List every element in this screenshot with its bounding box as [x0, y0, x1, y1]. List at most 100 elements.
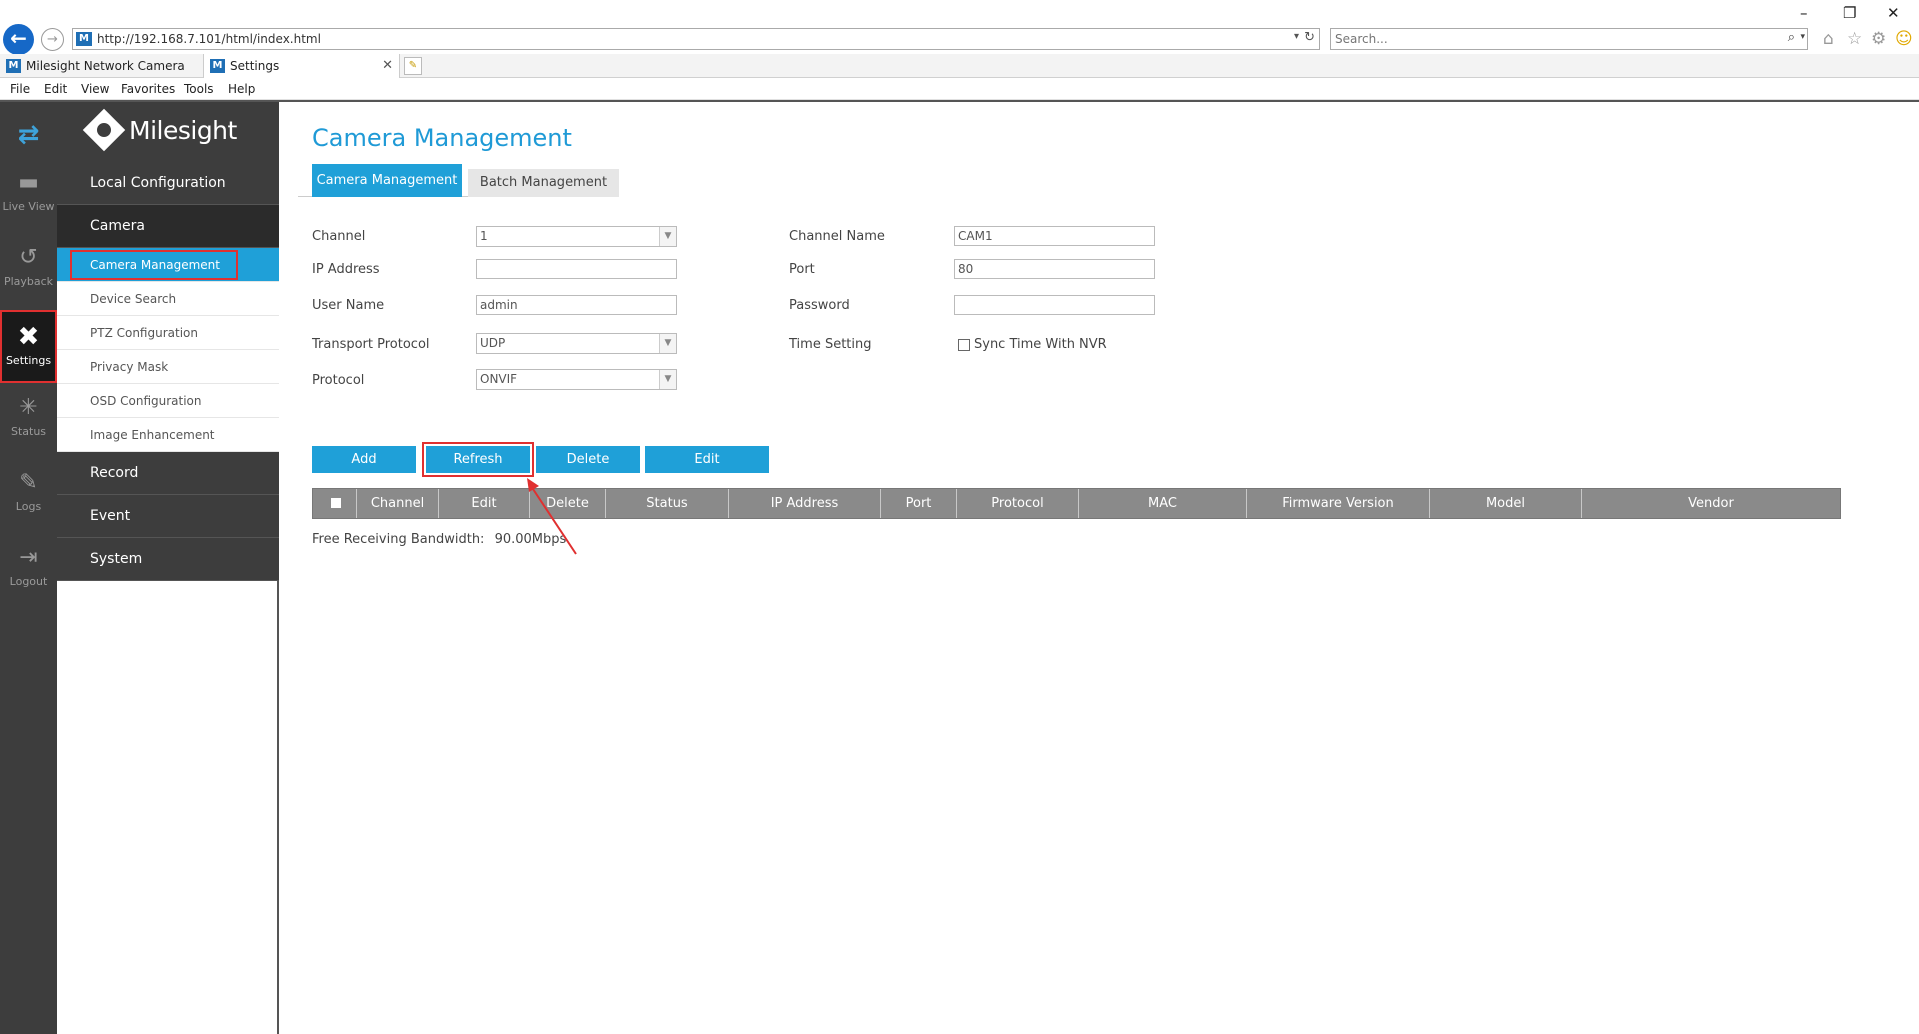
- col-mac[interactable]: MAC: [1079, 489, 1247, 518]
- menu-help[interactable]: Help: [228, 82, 255, 96]
- close-window-icon[interactable]: ✕: [1887, 4, 1900, 22]
- playback-icon: ↺: [19, 245, 38, 270]
- swap-arrows-icon[interactable]: ⇄: [0, 120, 57, 150]
- iconbar-label: Settings: [5, 354, 52, 367]
- iconbar-label: Logs: [15, 500, 42, 513]
- nav-camera-management[interactable]: Camera Management: [57, 248, 279, 282]
- restore-icon[interactable]: ❐: [1843, 4, 1856, 22]
- milesight-logo-icon: [82, 108, 126, 152]
- home-icon[interactable]: ⌂: [1823, 29, 1834, 49]
- edit-authentication-button[interactable]: Edit Authentication: [645, 446, 769, 494]
- forward-arrow-icon[interactable]: →: [41, 28, 64, 51]
- main-content: Camera Management Camera Management Batc…: [281, 102, 1919, 1034]
- user-name-field[interactable]: [476, 295, 677, 315]
- iconbar-logout[interactable]: ⇥ Logout: [0, 535, 57, 601]
- sync-time-checkbox[interactable]: [958, 339, 970, 351]
- url-field[interactable]: M http://192.168.7.101/html/index.html ▾…: [72, 28, 1320, 50]
- new-tab-icon[interactable]: ✎: [404, 57, 422, 75]
- browser-menu-bar: File Edit View Favorites Tools Help: [0, 78, 1919, 100]
- settings-icon: ✖: [17, 322, 40, 352]
- col-firmware-version[interactable]: Firmware Version: [1247, 489, 1430, 518]
- menu-file[interactable]: File: [10, 82, 30, 96]
- col-edit[interactable]: Edit: [439, 489, 530, 518]
- logo-text: Milesight: [129, 116, 237, 145]
- user-name-label: User Name: [312, 298, 385, 313]
- iconbar-label: Status: [10, 425, 47, 438]
- close-tab-icon[interactable]: ✕: [382, 54, 393, 78]
- password-field[interactable]: [954, 295, 1155, 315]
- col-model[interactable]: Model: [1430, 489, 1582, 518]
- icon-sidebar: ⇄ ▬ Live View ↺ Playback ✖ Settings ✳ St…: [0, 102, 57, 1034]
- browser-tab-camera[interactable]: M Milesight Network Camera: [0, 54, 204, 78]
- logout-icon: ⇥: [19, 545, 38, 570]
- sub-tab-strip: Camera Management Batch Management: [298, 162, 619, 197]
- menu-edit[interactable]: Edit: [44, 82, 67, 96]
- menu-view[interactable]: View: [81, 82, 109, 96]
- nav-ptz-configuration[interactable]: PTZ Configuration: [57, 316, 279, 350]
- col-ip-address[interactable]: IP Address: [729, 489, 881, 518]
- nav-event[interactable]: Event: [57, 495, 279, 538]
- iconbar-live-view[interactable]: ▬ Live View: [0, 160, 57, 226]
- site-favicon-icon: M: [76, 32, 92, 46]
- tab-camera-management[interactable]: Camera Management: [312, 164, 462, 197]
- favorites-star-icon[interactable]: ☆: [1847, 29, 1862, 49]
- delete-button[interactable]: Delete: [536, 446, 640, 473]
- app-root: ⇄ ▬ Live View ↺ Playback ✖ Settings ✳ St…: [0, 100, 1919, 1034]
- nav-privacy-mask[interactable]: Privacy Mask: [57, 350, 279, 384]
- col-vendor[interactable]: Vendor: [1582, 489, 1840, 518]
- transport-protocol-select[interactable]: UDP ▼: [476, 333, 677, 354]
- col-protocol[interactable]: Protocol: [957, 489, 1079, 518]
- url-dropdown-icon[interactable]: ▾: [1294, 31, 1299, 42]
- menu-tools[interactable]: Tools: [184, 82, 214, 96]
- search-dropdown-icon[interactable]: ▾: [1800, 32, 1805, 42]
- back-arrow-icon[interactable]: ←: [3, 24, 34, 55]
- tools-gear-icon[interactable]: ⚙: [1871, 29, 1886, 49]
- annotation-arrow-icon: [527, 478, 577, 555]
- port-label: Port: [789, 262, 815, 277]
- col-status[interactable]: Status: [606, 489, 729, 518]
- page-title: Camera Management: [312, 124, 572, 152]
- time-setting-label: Time Setting: [789, 337, 872, 352]
- nav-local-configuration[interactable]: Local Configuration: [57, 162, 279, 205]
- browser-tab-settings[interactable]: M Settings ✕: [204, 54, 400, 78]
- tab-batch-management[interactable]: Batch Management: [468, 169, 619, 197]
- url-text[interactable]: http://192.168.7.101/html/index.html: [97, 32, 321, 46]
- search-icon[interactable]: ⌕: [1788, 30, 1795, 45]
- chevron-down-icon: ▼: [659, 334, 676, 353]
- browser-address-bar: ← → M http://192.168.7.101/html/index.ht…: [0, 0, 1919, 55]
- chevron-down-icon: ▼: [659, 370, 676, 389]
- iconbar-playback[interactable]: ↺ Playback: [0, 235, 57, 301]
- feedback-smiley-icon[interactable]: ☺: [1895, 29, 1913, 49]
- ip-address-field[interactable]: [476, 259, 677, 279]
- refresh-page-icon[interactable]: ↻: [1304, 30, 1315, 45]
- nav-record[interactable]: Record: [57, 452, 279, 495]
- nav-image-enhancement[interactable]: Image Enhancement: [57, 418, 279, 452]
- iconbar-logs[interactable]: ✎ Logs: [0, 460, 57, 526]
- menu-favorites[interactable]: Favorites: [121, 82, 175, 96]
- channel-select-value: 1: [480, 229, 488, 243]
- browser-search-input[interactable]: [1335, 31, 1755, 47]
- iconbar-status[interactable]: ✳ Status: [0, 385, 57, 451]
- channel-name-field[interactable]: [954, 226, 1155, 246]
- nav-osd-configuration[interactable]: OSD Configuration: [57, 384, 279, 418]
- nav-camera[interactable]: Camera: [57, 205, 279, 248]
- select-all-checkbox[interactable]: [331, 498, 341, 508]
- protocol-label: Protocol: [312, 373, 365, 388]
- browser-search-field[interactable]: ⌕ ▾: [1330, 28, 1808, 50]
- protocol-select[interactable]: ONVIF ▼: [476, 369, 677, 390]
- refresh-button[interactable]: Refresh: [426, 446, 530, 473]
- minimize-icon[interactable]: –: [1800, 4, 1808, 22]
- logo-area: Milesight: [57, 102, 279, 162]
- channel-select[interactable]: 1 ▼: [476, 226, 677, 247]
- nav-system[interactable]: System: [57, 538, 279, 581]
- password-label: Password: [789, 298, 850, 313]
- settings-nav-panel: Milesight Local Configuration Camera Cam…: [57, 102, 279, 1034]
- col-port[interactable]: Port: [881, 489, 957, 518]
- add-button[interactable]: Add: [312, 446, 416, 473]
- port-field[interactable]: [954, 259, 1155, 279]
- iconbar-settings[interactable]: ✖ Settings: [0, 310, 57, 383]
- nav-device-search[interactable]: Device Search: [57, 282, 279, 316]
- col-channel[interactable]: Channel: [357, 489, 439, 518]
- protocol-select-value: ONVIF: [480, 372, 518, 386]
- status-icon: ✳: [19, 395, 38, 420]
